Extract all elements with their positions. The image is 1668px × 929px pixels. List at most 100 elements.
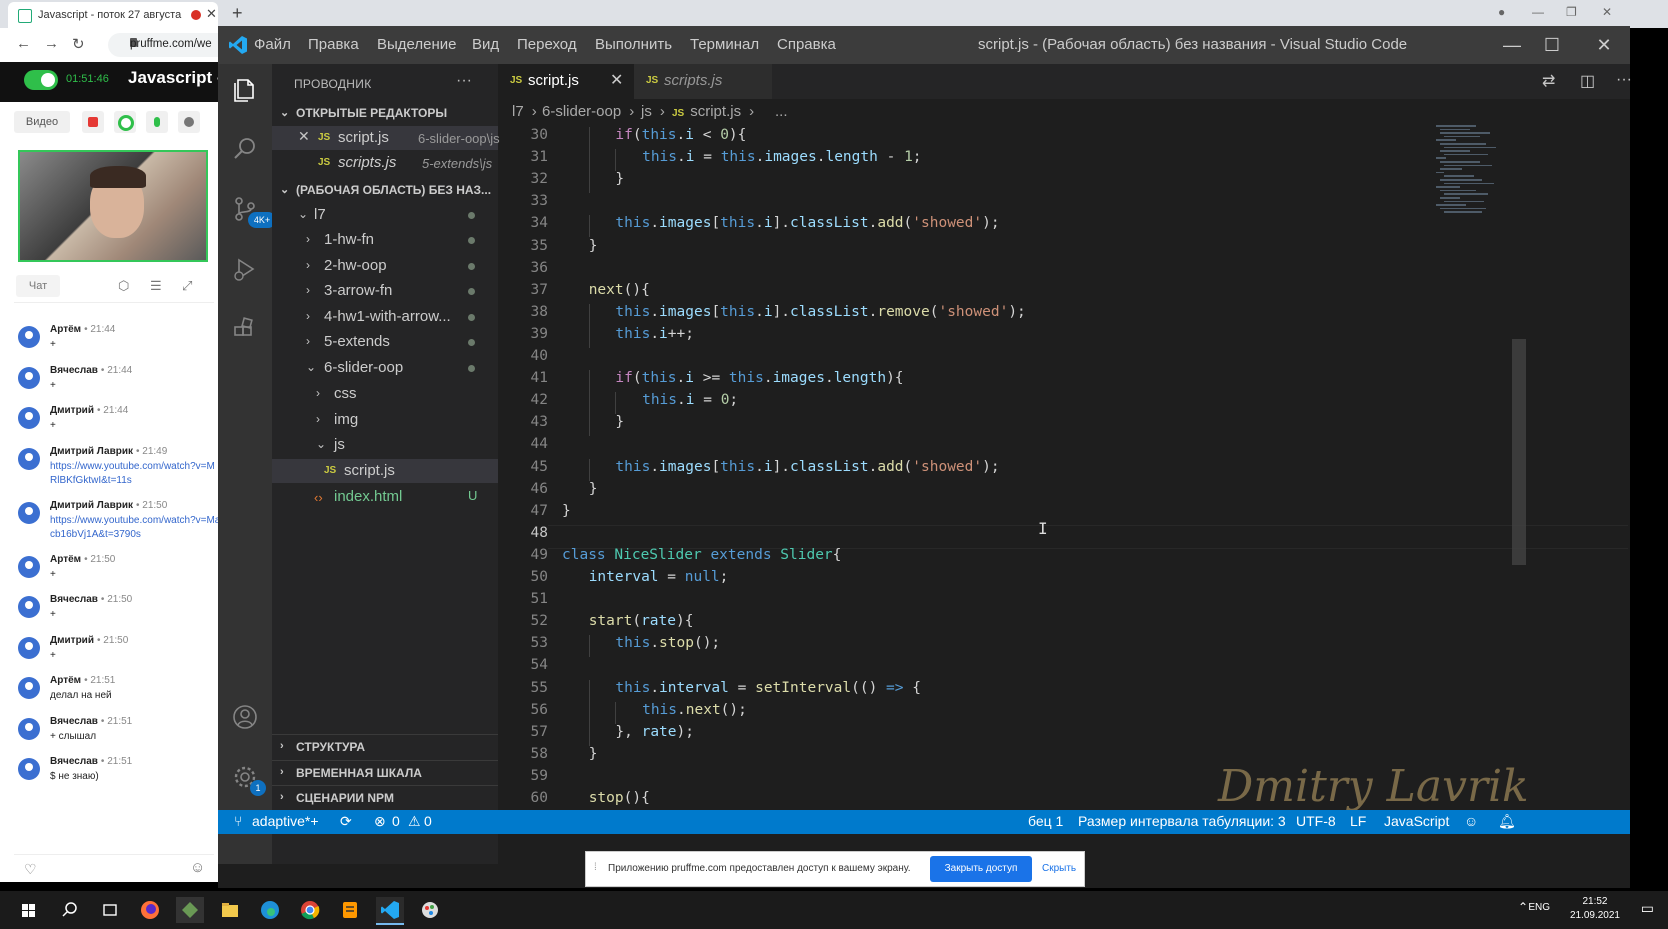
close-icon[interactable]: ✕ xyxy=(298,128,310,145)
menu-item[interactable]: Вид xyxy=(472,36,499,53)
browser-tab[interactable]: Javascript - поток 27 августа ✕ xyxy=(8,2,218,28)
language-mode[interactable]: JavaScript xyxy=(1384,813,1449,829)
emoji-icon[interactable]: ☺ xyxy=(190,859,205,876)
minimize-icon[interactable]: — xyxy=(1532,5,1544,19)
reload-icon[interactable]: ↻ xyxy=(72,35,85,53)
git-branch[interactable]: adaptive*+ xyxy=(252,813,319,829)
feedback-icon[interactable]: ☺ xyxy=(1464,813,1478,829)
breadcrumb-item[interactable]: ... xyxy=(775,103,788,120)
tree-folder[interactable]: › 2-hw-oop xyxy=(272,254,498,278)
camera-button[interactable] xyxy=(114,111,136,133)
sidebar-section-header[interactable]: › ВРЕМЕННАЯ ШКАЛА xyxy=(272,759,498,785)
search-icon[interactable] xyxy=(56,897,84,923)
error-count[interactable]: 0 xyxy=(392,813,400,829)
tree-folder-css[interactable]: › css xyxy=(272,382,498,406)
maximize-icon[interactable]: ☐ xyxy=(1532,30,1572,60)
microphone-button[interactable] xyxy=(146,111,168,133)
task-view-icon[interactable] xyxy=(96,897,124,923)
chat-input-bar[interactable]: ♡ ☺ xyxy=(14,854,214,883)
chat-link[interactable]: https://www.youtube.com/watch?v=MRlBKfGk… xyxy=(50,460,218,488)
app-icon[interactable] xyxy=(176,897,204,923)
vertical-scrollbar[interactable] xyxy=(1512,339,1526,565)
avatar[interactable] xyxy=(18,758,40,780)
encoding[interactable]: UTF-8 xyxy=(1296,813,1336,829)
menu-item[interactable]: Выполнить xyxy=(595,36,672,53)
tree-file-index-html[interactable]: ‹› index.html U xyxy=(272,485,498,509)
sync-icon[interactable]: ⟳ xyxy=(340,813,352,830)
tree-folder[interactable]: › 4-hw1-with-arrow... xyxy=(272,305,498,329)
file-explorer-icon[interactable] xyxy=(216,897,244,923)
close-tab-icon[interactable]: ✕ xyxy=(206,6,217,22)
search-icon[interactable] xyxy=(230,134,260,164)
menu-item[interactable]: Справка xyxy=(777,36,836,53)
restore-icon[interactable]: ❐ xyxy=(1566,5,1577,19)
forward-icon[interactable]: → xyxy=(44,35,59,52)
sidebar-section-header[interactable]: › СЦЕНАРИИ NPM xyxy=(272,785,498,810)
close-icon[interactable]: ✕ xyxy=(1584,30,1624,60)
avatar[interactable] xyxy=(18,447,40,470)
bell-icon[interactable]: 🔔︎ xyxy=(1498,813,1516,830)
breadcrumb-item[interactable]: js › xyxy=(641,103,665,120)
tree-file-script-js[interactable]: JS script.js xyxy=(272,459,498,483)
stop-sharing-button[interactable]: Закрыть доступ xyxy=(930,856,1032,882)
more-actions-icon[interactable]: ··· xyxy=(1616,71,1632,89)
warning-icon[interactable]: ⚠ xyxy=(408,813,421,830)
menu-item[interactable]: Правка xyxy=(308,36,359,53)
cursor-position[interactable]: бец 1 xyxy=(1028,813,1063,829)
open-editors-header[interactable]: ⌄ ОТКРЫТЫЕ РЕДАКТОРЫ xyxy=(272,101,498,125)
tree-folder[interactable]: › 1-hw-fn xyxy=(272,228,498,252)
avatar[interactable] xyxy=(18,407,40,429)
breadcrumb-item[interactable]: l7 › xyxy=(512,103,537,120)
profile-icon[interactable]: ● xyxy=(1498,5,1505,19)
heart-icon[interactable]: ♡ xyxy=(24,861,37,878)
run-debug-icon[interactable] xyxy=(230,254,260,284)
minimap[interactable] xyxy=(1436,125,1526,245)
list-icon[interactable]: ☰ xyxy=(150,278,162,294)
source-control-icon[interactable]: 4K+ xyxy=(230,194,276,228)
menu-item[interactable]: Переход xyxy=(517,36,577,53)
menu-item[interactable]: Выделение xyxy=(377,36,456,53)
avatar[interactable] xyxy=(18,677,40,699)
branch-icon[interactable]: ⑂ xyxy=(234,813,242,829)
record-button[interactable] xyxy=(82,111,104,133)
tree-folder[interactable]: › 5-extends xyxy=(272,330,498,354)
avatar[interactable] xyxy=(18,717,40,740)
open-editor-script-js[interactable]: ✕ JS script.js 6-slider-oop\js xyxy=(272,126,500,150)
tab-scripts-js[interactable]: JS scripts.js xyxy=(634,64,772,99)
explorer-icon[interactable] xyxy=(230,74,260,104)
tab-size[interactable]: Размер интервала табуляции: 3 xyxy=(1078,813,1286,829)
tray-chevron-icon[interactable]: ⌃ xyxy=(1518,900,1528,914)
error-icon[interactable]: ⊗ xyxy=(374,813,386,830)
avatar[interactable] xyxy=(18,501,40,524)
video-tab[interactable]: Видео xyxy=(14,111,70,133)
tab-script-js[interactable]: JS script.js ✕ xyxy=(498,64,634,99)
notifications-icon[interactable]: ▭ xyxy=(1641,900,1654,917)
manage-gear-icon[interactable]: 1 xyxy=(230,762,266,796)
chat-link[interactable]: https://www.youtube.com/watch?v=Macb16bV… xyxy=(50,514,218,542)
cube-icon[interactable]: ⬡ xyxy=(118,278,129,294)
avatar[interactable] xyxy=(18,636,40,659)
tree-folder[interactable]: › 3-arrow-fn xyxy=(272,279,498,303)
avatar[interactable] xyxy=(18,366,40,389)
address-bar[interactable]: pruffme.com/we xyxy=(108,33,218,57)
tree-folder-img[interactable]: › img xyxy=(272,408,498,432)
new-tab-button[interactable]: + xyxy=(232,3,243,24)
tree-root-folder[interactable]: ⌄ l7 xyxy=(272,203,498,227)
open-editor-scripts-js[interactable]: JS scripts.js 5-extends\js xyxy=(272,151,498,175)
avatar[interactable] xyxy=(18,596,40,618)
sidebar-section-header[interactable]: › СТРУКТУРА xyxy=(272,734,498,759)
split-editor-icon[interactable]: ◫ xyxy=(1580,71,1595,91)
hide-button[interactable]: Скрыть xyxy=(1042,863,1076,874)
input-language[interactable]: ENG xyxy=(1528,902,1550,913)
menu-item[interactable]: Файл xyxy=(254,36,291,53)
breadcrumb-item[interactable]: 6-slider-oop › xyxy=(542,103,634,120)
extensions-icon[interactable] xyxy=(230,314,260,344)
warning-count[interactable]: 0 xyxy=(424,813,432,829)
vscode-taskbar-icon[interactable] xyxy=(376,897,404,925)
menu-item[interactable]: Терминал xyxy=(690,36,759,53)
close-tab-icon[interactable]: ✕ xyxy=(610,70,623,90)
minimize-icon[interactable]: — xyxy=(1492,30,1532,60)
system-clock[interactable]: 21:52 21.09.2021 xyxy=(1570,895,1620,923)
paint-icon[interactable] xyxy=(416,897,444,923)
start-icon[interactable] xyxy=(14,897,42,923)
